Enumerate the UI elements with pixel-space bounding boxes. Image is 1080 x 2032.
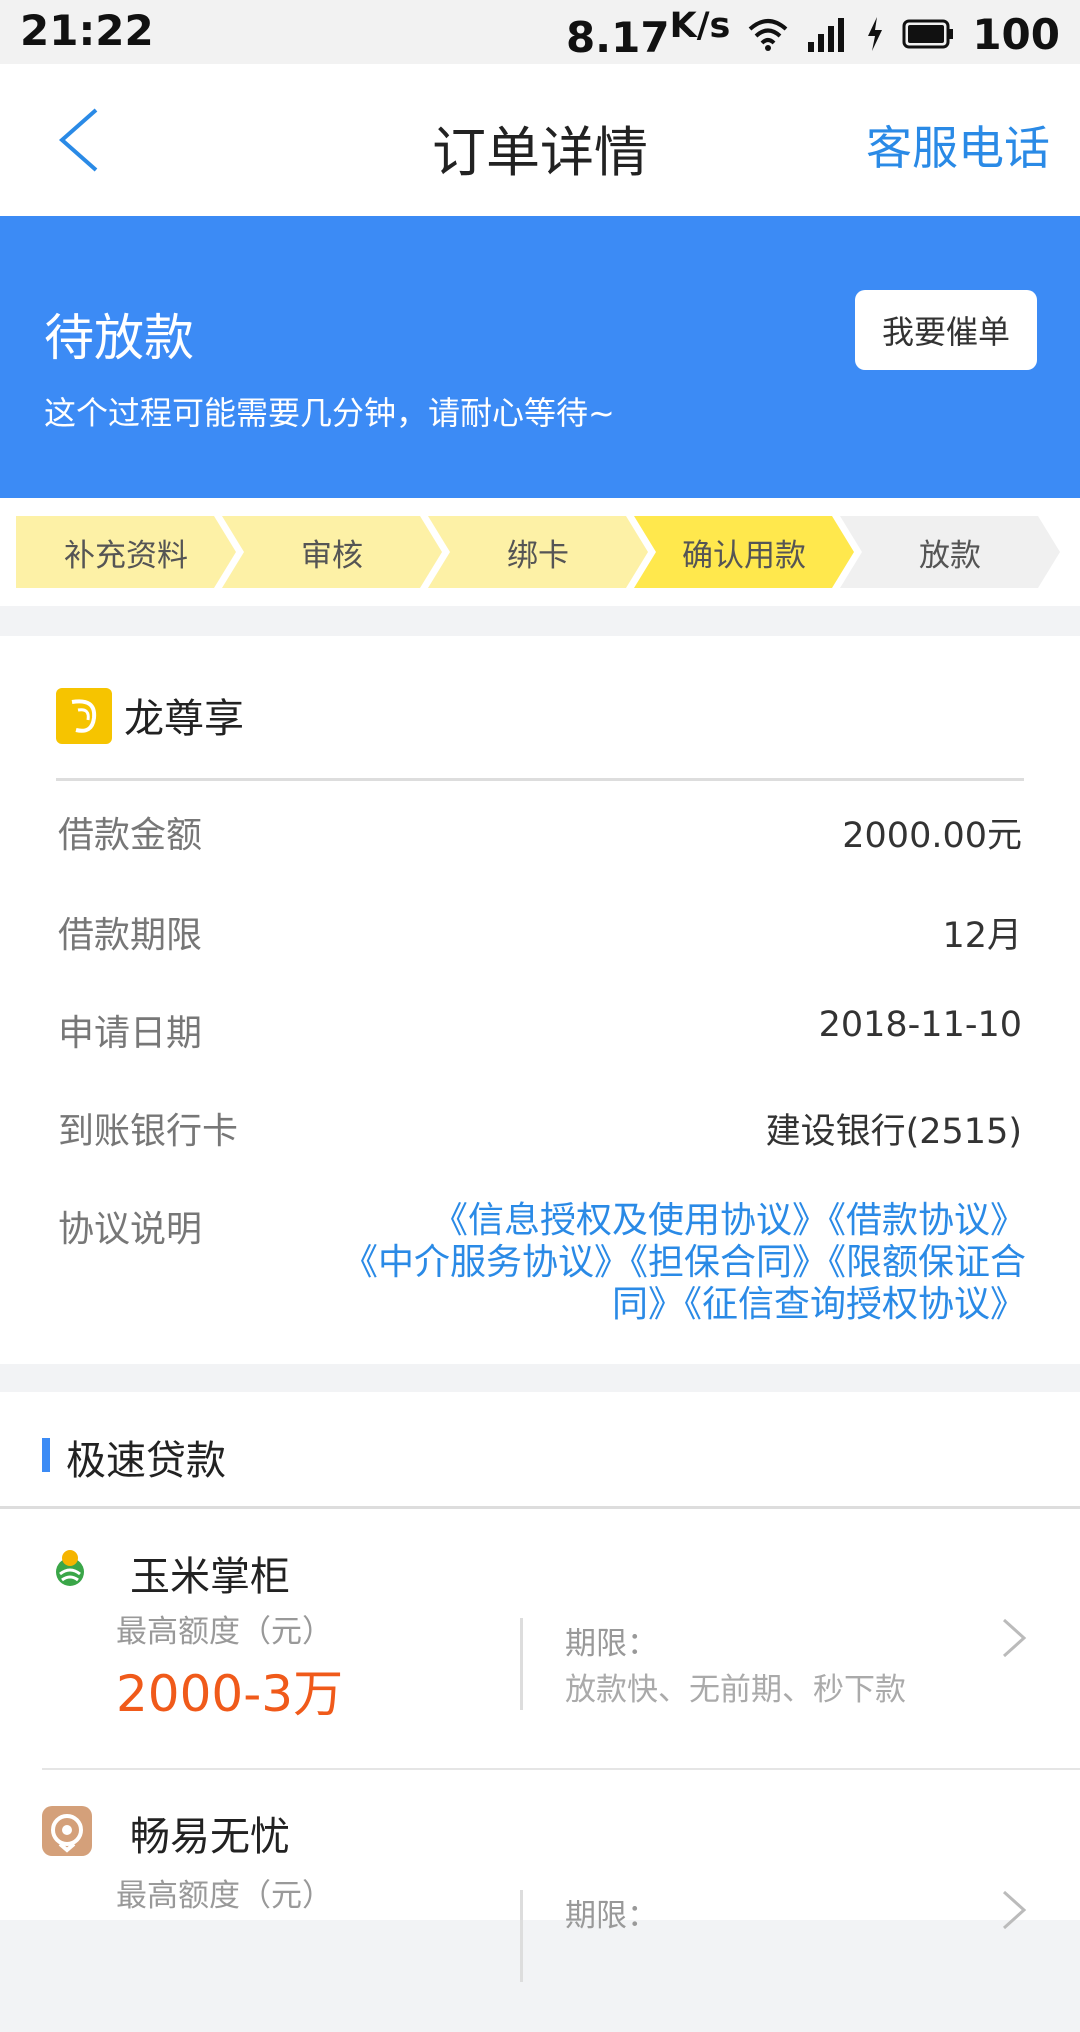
step-3: 绑卡 bbox=[507, 537, 569, 574]
service-phone-button[interactable]: 客服电话 bbox=[866, 112, 1050, 178]
agreement-label: 协议说明 bbox=[58, 1209, 203, 1250]
loan-amount: 2000-3万 bbox=[116, 1665, 344, 1723]
step-5: 放款 bbox=[919, 537, 981, 574]
order-status-title: 待放款 bbox=[44, 309, 194, 367]
vertical-divider bbox=[520, 1890, 523, 1982]
loan-item-changyi[interactable]: 畅易无忧 最高额度（元） 期限： bbox=[0, 1772, 1080, 2032]
product-logo-icon bbox=[56, 688, 112, 744]
loan-max-label: 最高额度（元） bbox=[116, 1878, 333, 1914]
loan-description: 放款快、无前期、秒下款 bbox=[565, 1672, 906, 1708]
loan-amount-value: 2000.00元 bbox=[842, 816, 1022, 856]
battery-level: 100 bbox=[972, 9, 1060, 59]
charging-icon bbox=[868, 17, 883, 51]
apply-date-value: 2018-11-10 bbox=[818, 1005, 1022, 1045]
vertical-divider bbox=[520, 1618, 523, 1710]
apply-date-label: 申请日期 bbox=[58, 1013, 203, 1054]
order-status-desc: 这个过程可能需要几分钟，请耐心等待~ bbox=[44, 394, 615, 432]
loan-item-yumi[interactable]: 玉米掌柜 最高额度（元） 2000-3万 期限： 放款快、无前期、秒下款 bbox=[0, 1508, 1080, 1768]
loan-name: 畅易无忧 bbox=[130, 1814, 290, 1860]
chevron-right-icon bbox=[1002, 1890, 1027, 1930]
urge-order-button[interactable]: 我要催单 bbox=[855, 290, 1037, 370]
list-divider bbox=[42, 1768, 1080, 1770]
agreement-link-agency[interactable]: 《中介服务协议》 bbox=[342, 1242, 630, 1283]
status-banner: 待放款 这个过程可能需要几分钟，请耐心等待~ 我要催单 bbox=[0, 216, 1080, 498]
step-1: 补充资料 bbox=[64, 537, 188, 574]
fast-loans-section: 极速贷款 玉米掌柜 最高额度（元） 2000-3万 期限： 放款快、无前期、秒下… bbox=[0, 1392, 1080, 1982]
signal-4g-icon bbox=[808, 18, 845, 52]
nav-bar: 订单详情 客服电话 bbox=[0, 64, 1080, 217]
speed-unit: K/s bbox=[669, 6, 731, 46]
agreement-link-guarantee[interactable]: 《担保合同》 bbox=[630, 1242, 828, 1283]
loan-term-label: 期限： bbox=[565, 1898, 658, 1934]
battery-icon bbox=[902, 19, 954, 49]
changyi-logo-icon bbox=[42, 1806, 92, 1856]
status-bar: 21:22 8.17K/s 100 bbox=[0, 0, 1080, 64]
loan-term-label: 期限： bbox=[565, 1626, 658, 1662]
loan-amount-label: 借款金额 bbox=[58, 815, 203, 856]
status-right: 8.17K/s 100 bbox=[566, 6, 1060, 62]
loan-max-label: 最高额度（元） bbox=[116, 1614, 333, 1650]
progress-steps: 补充资料 审核 绑卡 确认用款 放款 bbox=[0, 498, 1080, 606]
product-name: 龙尊享 bbox=[124, 696, 244, 742]
agreement-link-info-auth[interactable]: 《信息授权及使用协议》 bbox=[432, 1200, 828, 1241]
section-title: 极速贷款 bbox=[66, 1438, 226, 1484]
step-2: 审核 bbox=[301, 537, 363, 574]
loan-term-label: 借款期限 bbox=[58, 915, 203, 956]
loan-name: 玉米掌柜 bbox=[130, 1554, 290, 1600]
agreement-link-loan[interactable]: 《借款协议》 bbox=[828, 1200, 1026, 1241]
agreement-link-credit-query[interactable]: 《征信查询授权协议》 bbox=[684, 1284, 1026, 1325]
step-4-current: 确认用款 bbox=[682, 537, 806, 574]
status-time: 21:22 bbox=[20, 6, 154, 55]
network-speed: 8.17K/s bbox=[566, 6, 730, 62]
section-accent-bar bbox=[42, 1438, 50, 1472]
order-detail-card: 龙尊享 借款金额 2000.00元 借款期限 12月 申请日期 2018-11-… bbox=[0, 636, 1080, 1364]
bank-card-value: 建设银行(2515) bbox=[765, 1112, 1022, 1152]
speed-value: 8.17 bbox=[565, 13, 670, 62]
wifi-icon bbox=[749, 19, 788, 51]
section-header: 极速贷款 bbox=[0, 1392, 1080, 1509]
corn-logo-icon bbox=[56, 1550, 84, 1586]
agreement-links: 《信息授权及使用协议》《借款协议》 《中介服务协议》《担保合同》《限额保证合同》《… bbox=[336, 1200, 1026, 1326]
chevron-right-icon bbox=[1002, 1618, 1027, 1658]
loan-term-value: 12月 bbox=[942, 916, 1022, 956]
bank-card-label: 到账银行卡 bbox=[58, 1111, 239, 1152]
divider bbox=[56, 778, 1024, 781]
